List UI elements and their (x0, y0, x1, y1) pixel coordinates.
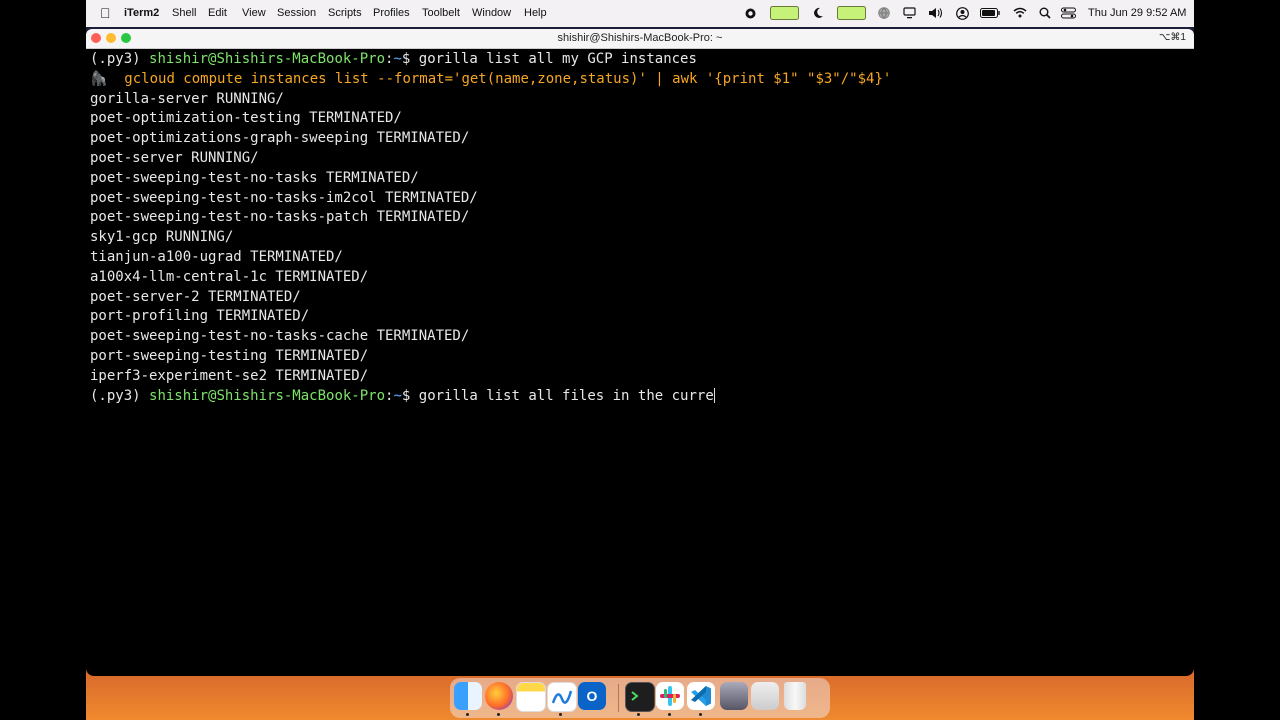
running-indicator (559, 713, 562, 716)
output-line: gorilla-server RUNNING/ (90, 90, 284, 107)
output-line: poet-server-2 TERMINATED/ (90, 288, 301, 305)
volume-icon[interactable] (928, 7, 944, 19)
window-shortcut: ⌥⌘1 (1158, 32, 1186, 43)
output-line: poet-optimization-testing TERMINATED/ (90, 110, 402, 127)
running-indicator (497, 713, 500, 716)
running-indicator (699, 713, 702, 716)
menu-toolbelt[interactable]: Toolbelt (422, 7, 460, 19)
globe-icon[interactable] (878, 7, 890, 19)
output-line: poet-sweeping-test-no-tasks-cache TERMIN… (90, 328, 470, 345)
screenshot-icon[interactable] (720, 682, 748, 710)
output-line: poet-sweeping-test-no-tasks-patch TERMIN… (90, 209, 470, 226)
terminal-command-line: (.py3) shishir@Shishirs-MacBook-Pro:~$ g… (90, 50, 1190, 70)
moon-icon[interactable] (813, 7, 824, 19)
outlook-icon[interactable]: O (578, 682, 606, 710)
output-line: port-sweeping-testing TERMINATED/ (90, 347, 369, 364)
dock: O (450, 678, 830, 718)
prompt-user-host: shishir@Shishirs-MacBook-Pro (149, 387, 386, 404)
menu-window[interactable]: Window (472, 7, 511, 19)
prompt-dollar: $ (401, 51, 419, 67)
vscode-icon[interactable] (687, 682, 715, 710)
output-line: port-profiling TERMINATED/ (90, 308, 310, 325)
menu-shell[interactable]: Shell (172, 7, 196, 19)
dock-separator (618, 684, 619, 712)
menu-session[interactable]: Session (277, 7, 316, 19)
terminal-input-line[interactable]: (.py3) shishir@Shishirs-MacBook-Pro:~$ g… (90, 387, 1190, 407)
battery-icon[interactable] (980, 8, 1000, 18)
menu-edit[interactable]: Edit (208, 7, 227, 19)
apple-menu-icon[interactable]:  (100, 5, 111, 21)
search-icon[interactable] (1039, 7, 1051, 19)
running-indicator (637, 713, 640, 716)
running-indicator (466, 713, 469, 716)
prompt-user-host: shishir@Shishirs-MacBook-Pro (149, 51, 386, 67)
slack-icon[interactable] (656, 682, 684, 710)
output-line: a100x4-llm-central-1c TERMINATED/ (90, 268, 369, 285)
current-input-text[interactable]: gorilla list all files in the curre (419, 388, 714, 404)
menu-bar:  iTerm2 Shell Edit View Session Scripts… (86, 0, 1194, 27)
notes-icon[interactable] (516, 682, 546, 712)
finder-icon[interactable] (454, 682, 482, 710)
window-titlebar[interactable]: shishir@Shishirs-MacBook-Pro: ~ ⌥⌘1 (86, 29, 1194, 49)
gorilla-icon: 🦍 (90, 70, 108, 87)
prompt-path: ~ (393, 51, 402, 67)
keyboard-icon[interactable] (751, 682, 779, 710)
trash-icon[interactable] (784, 682, 806, 710)
running-indicator (668, 713, 671, 716)
command-text: gorilla list all my GCP instances (418, 51, 697, 67)
firefox-icon[interactable] (485, 682, 513, 710)
app-menu[interactable]: iTerm2 (124, 7, 159, 19)
window-title: shishir@Shishirs-MacBook-Pro: ~ (557, 32, 723, 44)
terminal-output[interactable]: (.py3) shishir@Shishirs-MacBook-Pro:~$ g… (90, 50, 1190, 406)
prompt-env: (.py3) (90, 387, 150, 404)
output-line: poet-server RUNNING/ (90, 149, 259, 166)
menubar-clock[interactable]: Thu Jun 29 9:52 AM (1088, 7, 1186, 19)
menu-help[interactable]: Help (524, 7, 547, 19)
text-cursor (713, 388, 715, 404)
menu-scripts[interactable]: Scripts (328, 7, 362, 19)
desktop-screen:  iTerm2 Shell Edit View Session Scripts… (86, 0, 1194, 720)
freeform-icon[interactable] (547, 682, 577, 712)
output-line: tianjun-a100-ugrad TERMINATED/ (90, 248, 343, 265)
menu-view[interactable]: View (242, 7, 266, 19)
output-line: sky1-gcp RUNNING/ (90, 229, 234, 246)
menu-profiles[interactable]: Profiles (373, 7, 410, 19)
prompt-env: (.py3) (90, 51, 150, 67)
output-line: iperf3-experiment-se2 TERMINATED/ (90, 367, 369, 384)
prompt-path: ~ (393, 387, 402, 404)
user-account-icon[interactable] (956, 7, 969, 20)
wifi-icon[interactable] (1013, 7, 1027, 18)
output-line: poet-sweeping-test-no-tasks TERMINATED/ (90, 169, 419, 186)
terminal-icon[interactable] (625, 682, 655, 712)
battery-indicator-icon[interactable] (770, 6, 800, 21)
output-line: poet-sweeping-test-no-tasks-im2col TERMI… (90, 189, 478, 206)
prompt-dollar: $ (401, 387, 419, 404)
record-icon[interactable] (745, 8, 756, 19)
suggested-command: gcloud compute instances list --format='… (124, 70, 892, 87)
display-icon[interactable] (903, 7, 916, 19)
control-center-icon[interactable] (1061, 7, 1076, 19)
output-line: poet-optimizations-graph-sweeping TERMIN… (90, 130, 470, 147)
terminal-window: shishir@Shishirs-MacBook-Pro: ~ ⌥⌘1 (.py… (86, 29, 1194, 676)
suggested-command-line: 🦍 gcloud compute instances list --format… (90, 70, 1190, 90)
cpu-indicator-icon[interactable] (837, 6, 867, 21)
